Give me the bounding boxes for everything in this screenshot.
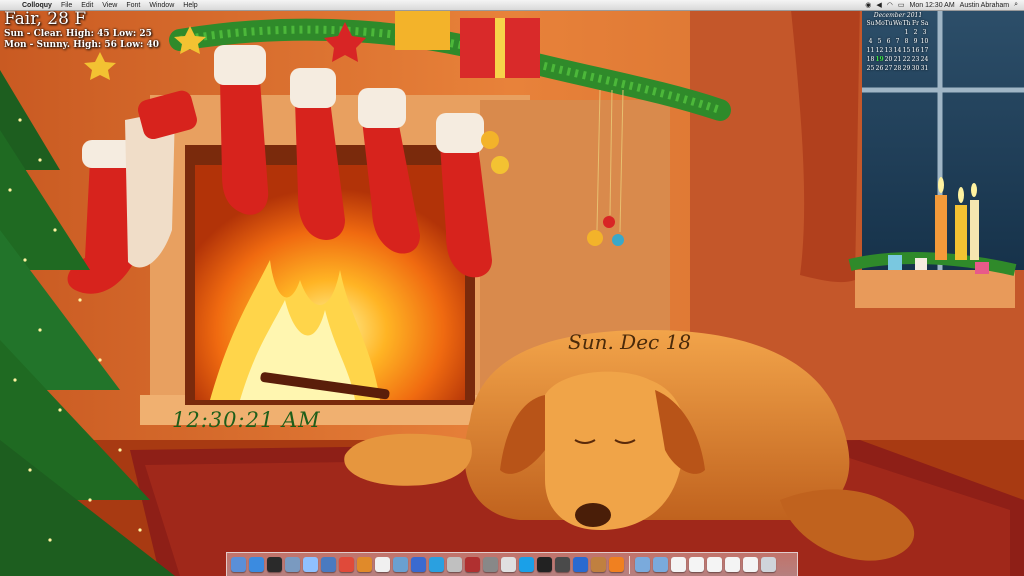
dock-trash-icon[interactable]: [761, 557, 776, 572]
calendar-day: 29: [902, 65, 911, 72]
date-display: Sun. Dec 18: [568, 330, 692, 354]
desktop-wallpaper: [0, 0, 1024, 576]
calendar-day: 20: [884, 56, 893, 63]
menu-help[interactable]: Help: [183, 2, 197, 9]
dock-file-2-icon[interactable]: [689, 557, 704, 572]
dock-itunes-2-icon[interactable]: [411, 557, 426, 572]
calendar-day: 24: [920, 56, 929, 63]
menu-bar: Colloquy File Edit View Font Window Help…: [0, 0, 1024, 11]
wifi-icon[interactable]: ◠: [887, 1, 893, 9]
calendar-day: 8: [904, 38, 909, 45]
clock-display: 12:30:21 AM: [172, 408, 321, 432]
calendar-day: 11: [866, 47, 875, 54]
calendar-day: 7: [895, 38, 900, 45]
calendar-day: 23: [911, 56, 920, 63]
calendar-widget: December 2011 Su Mo Tu We Th Fr Sa 1 2 3 4 5 6 7 8 9 10 1…: [866, 12, 930, 73]
menu-app-name[interactable]: Colloquy: [22, 2, 52, 9]
calendar-day: [875, 29, 884, 37]
dock-terminal-icon[interactable]: [537, 557, 552, 572]
dock-textedit-icon[interactable]: [501, 557, 516, 572]
calendar-day: 4: [868, 38, 873, 45]
calendar-day: 26: [875, 65, 884, 72]
dock-skype-icon[interactable]: [519, 557, 534, 572]
dock-file-5-icon[interactable]: [743, 557, 758, 572]
dock-activity-monitor-icon[interactable]: [555, 557, 570, 572]
menu-font[interactable]: Font: [126, 2, 140, 9]
dock-preview-icon[interactable]: [447, 557, 462, 572]
calendar-month: December 2011: [873, 12, 923, 19]
calendar-day: 21: [893, 56, 902, 63]
user-menu[interactable]: Austin Abraham: [960, 2, 1009, 9]
calendar-day: 2: [913, 29, 918, 36]
calendar-day: 14: [893, 47, 902, 54]
forecast-monday: Mon - Sunny. High: 56 Low: 40: [4, 40, 160, 50]
dock-file-4-icon[interactable]: [725, 557, 740, 572]
calendar-today: 19: [875, 56, 884, 63]
volume-icon[interactable]: ◀: [876, 1, 881, 9]
dock-safari-icon[interactable]: [249, 557, 264, 572]
dock-vlc-icon[interactable]: [609, 557, 624, 572]
calendar-day: 6: [886, 38, 891, 45]
dock-finder-icon[interactable]: [231, 557, 246, 572]
status-icon[interactable]: ◉: [865, 1, 871, 9]
dock-dashboard-icon[interactable]: [267, 557, 282, 572]
calendar-day: 30: [911, 65, 920, 72]
calendar-day: 13: [884, 47, 893, 54]
forecast-sunday: Sun - Clear. High: 45 Low: 25: [4, 29, 152, 39]
dock-xcode-icon[interactable]: [573, 557, 588, 572]
dock-automator-icon[interactable]: [591, 557, 606, 572]
dock-app-store-icon[interactable]: [429, 557, 444, 572]
dock-documents-icon[interactable]: [653, 557, 668, 572]
calendar-day: 10: [920, 38, 929, 45]
dock-separator: [629, 555, 630, 574]
calendar-weekday: Th: [902, 20, 911, 27]
calendar-day: 1: [904, 29, 909, 36]
calendar-day: 16: [911, 47, 920, 54]
calendar-weekday: Tu: [884, 20, 893, 27]
calendar-day: 25: [866, 65, 875, 72]
calendar-day: [893, 29, 902, 37]
calendar-day: 22: [902, 56, 911, 63]
calendar-day: 15: [902, 47, 911, 54]
calendar-weekday: Su: [866, 20, 875, 27]
calendar-grid: Su Mo Tu We Th Fr Sa 1 2 3 4 5 6 7 8 9 10 11 12 13 14 15 16 17 1…: [866, 20, 930, 73]
calendar-day: 5: [877, 38, 882, 45]
dock-system-prefs-icon[interactable]: [483, 557, 498, 572]
calendar-weekday: Sa: [920, 20, 929, 27]
dock-photo-booth-icon[interactable]: [465, 557, 480, 572]
dock-mail-icon[interactable]: [285, 557, 300, 572]
menubar-clock[interactable]: Mon 12:30 AM: [910, 2, 955, 9]
spotlight-icon[interactable]: ⌕: [1014, 1, 1018, 9]
calendar-day: 9: [913, 38, 918, 45]
calendar-day: 3: [922, 29, 927, 36]
weather-widget: Fair, 28 F Sun - Clear. High: 45 Low: 25…: [4, 9, 159, 51]
calendar-weekday: Mo: [875, 20, 885, 27]
dock-ichat-icon[interactable]: [303, 557, 318, 572]
dock-downloads-icon[interactable]: [635, 557, 650, 572]
menu-edit[interactable]: Edit: [81, 2, 93, 9]
dock-firefox-icon[interactable]: [357, 557, 372, 572]
calendar-weekday: We: [893, 20, 903, 27]
calendar-day: 27: [884, 65, 893, 72]
dock-itunes-icon[interactable]: [321, 557, 336, 572]
dock-photos-icon[interactable]: [393, 557, 408, 572]
menu-view[interactable]: View: [102, 2, 117, 9]
calendar-day: 17: [920, 47, 929, 54]
dock: [226, 552, 798, 576]
calendar-day: 18: [866, 56, 875, 63]
menu-window[interactable]: Window: [149, 2, 174, 9]
calendar-day: [884, 29, 893, 37]
calendar-day: 12: [875, 47, 884, 54]
dock-file-3-icon[interactable]: [707, 557, 722, 572]
menu-file[interactable]: File: [61, 2, 72, 9]
calendar-day: 28: [893, 65, 902, 72]
calendar-day: 31: [920, 65, 929, 72]
dock-file-1-icon[interactable]: [671, 557, 686, 572]
weather-condition: Fair, 28 F: [4, 9, 87, 29]
dock-chrome-icon[interactable]: [339, 557, 354, 572]
calendar-day: [866, 29, 875, 37]
dock-calendar-icon[interactable]: [375, 557, 390, 572]
calendar-weekday: Fr: [911, 20, 920, 27]
battery-icon[interactable]: ▭: [898, 1, 905, 9]
